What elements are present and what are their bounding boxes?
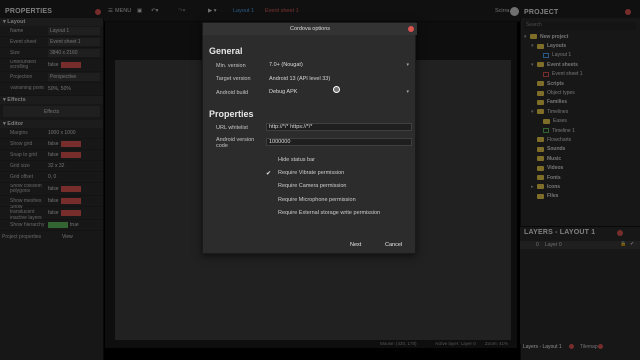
mouse-cursor-icon (333, 86, 340, 93)
chevron-down-icon: ▾ (406, 62, 409, 68)
properties-heading: Properties (209, 109, 254, 119)
camera-checkbox[interactable] (266, 183, 272, 189)
url-whitelist-label: URL whitelist (216, 125, 248, 131)
chevron-down-icon: ▾ (406, 89, 409, 95)
storage-label[interactable]: Require External storage write permissio… (278, 210, 380, 216)
cancel-button[interactable]: Cancel (385, 242, 402, 248)
dialog-title: Cordova options (203, 23, 417, 35)
version-code-input[interactable]: 1000000 (266, 138, 412, 146)
vibrate-label[interactable]: Require Vibrate permission (278, 170, 344, 176)
cordova-options-dialog: Cordova options General Min. version 7.0… (202, 22, 417, 254)
android-build-label: Android build (216, 90, 249, 96)
android-build-value: Debug APK (269, 89, 298, 95)
hide-status-bar-checkbox[interactable] (266, 157, 272, 163)
target-version-label: Target version (216, 76, 251, 82)
camera-label[interactable]: Require Camera permission (278, 183, 346, 189)
url-whitelist-input[interactable]: http://*/* https://*/* (266, 123, 412, 131)
storage-checkbox[interactable] (266, 210, 272, 216)
vibrate-checkbox[interactable]: ✔ (266, 170, 272, 177)
microphone-checkbox[interactable] (266, 197, 272, 203)
min-version-select[interactable]: 7.0+ (Nougat) ▾ (266, 61, 412, 69)
target-version-value: Android 13 (API level 33) (269, 76, 331, 82)
general-heading: General (209, 46, 243, 56)
min-version-label: Min. version (216, 63, 246, 69)
min-version-value: 7.0+ (Nougat) (269, 62, 303, 68)
microphone-label[interactable]: Require Microphone permission (278, 197, 356, 203)
version-code-label: Android version code (216, 137, 255, 149)
dialog-close-icon[interactable] (408, 26, 414, 32)
hide-status-bar-label[interactable]: Hide status bar (278, 157, 315, 163)
next-button[interactable]: Next (350, 242, 361, 248)
